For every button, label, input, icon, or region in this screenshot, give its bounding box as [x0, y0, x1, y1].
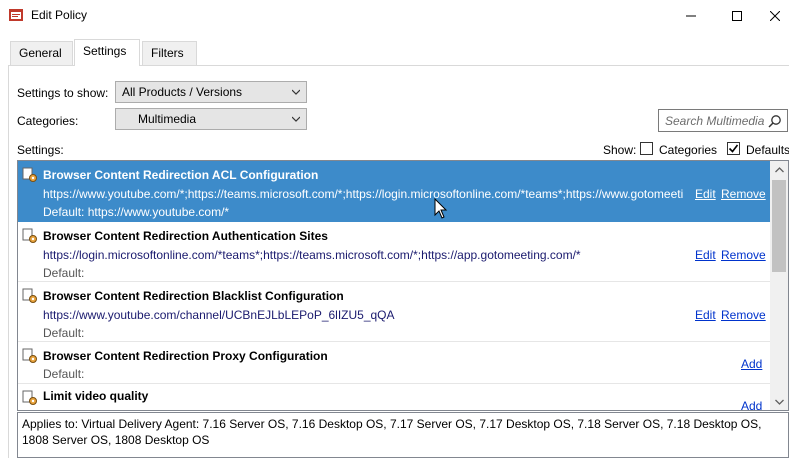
tab-settings[interactable]: Settings	[74, 39, 140, 66]
edit-link[interactable]: Edit	[695, 248, 716, 262]
settings-list[interactable]: Browser Content Redirection ACL Configur…	[17, 160, 789, 411]
categories-value: Multimedia	[138, 112, 197, 126]
show-label: Show:	[603, 143, 637, 157]
settings-to-show-value: All Products / Versions	[122, 85, 243, 99]
show-categories-label: Categories	[659, 143, 718, 157]
close-button[interactable]	[760, 0, 789, 31]
setting-gear-icon	[22, 390, 37, 405]
policy-app-icon	[9, 9, 23, 21]
tab-filters[interactable]: Filters	[142, 41, 197, 65]
setting-title: Browser Content Redirection ACL Configur…	[43, 168, 319, 182]
edit-link[interactable]: Edit	[695, 187, 716, 201]
maximize-button[interactable]	[714, 0, 760, 31]
scroll-up-button[interactable]	[770, 161, 788, 178]
setting-title: Browser Content Redirection Authenticati…	[43, 229, 328, 243]
settings-to-show-dropdown[interactable]: All Products / Versions	[115, 81, 307, 103]
chevron-down-icon	[292, 116, 300, 122]
search-icon	[768, 115, 781, 128]
setting-title: Limit video quality	[43, 389, 149, 403]
add-link[interactable]: Add	[741, 357, 762, 371]
tab-general[interactable]: General	[10, 41, 73, 65]
setting-title: Browser Content Redirection Proxy Config…	[43, 349, 328, 363]
setting-gear-icon	[22, 288, 37, 303]
setting-gear-icon	[22, 228, 37, 243]
setting-value: https://login.microsoftonline.com/*teams…	[43, 248, 581, 262]
setting-value: https://www.youtube.com/channel/UCBnEJLb…	[43, 308, 395, 322]
setting-row-blacklist-configuration[interactable]: Browser Content Redirection Blacklist Co…	[18, 282, 770, 342]
search-input[interactable]: Search Multimedia	[658, 109, 788, 132]
applies-to-text: Applies to: Virtual Delivery Agent: 7.16…	[22, 417, 762, 447]
setting-title: Browser Content Redirection Blacklist Co…	[43, 289, 344, 303]
chevron-down-icon	[774, 399, 784, 405]
settings-to-show-label: Settings to show:	[17, 86, 109, 100]
checkmark-icon	[728, 144, 739, 153]
settings-label: Settings:	[17, 143, 64, 157]
search-placeholder: Search Multimedia	[665, 114, 765, 128]
remove-link[interactable]: Remove	[721, 308, 766, 322]
list-scrollbar[interactable]	[770, 161, 788, 410]
show-categories-checkbox[interactable]	[640, 142, 653, 155]
applies-to-box: Applies to: Virtual Delivery Agent: 7.16…	[17, 412, 789, 458]
setting-row-proxy-configuration[interactable]: Browser Content Redirection Proxy Config…	[18, 342, 770, 384]
setting-gear-icon	[22, 167, 37, 182]
mouse-pointer-icon	[434, 198, 448, 219]
minimize-button[interactable]	[668, 0, 714, 31]
setting-default: Default:	[43, 326, 85, 340]
window-title: Edit Policy	[31, 8, 88, 22]
setting-row-limit-video-quality[interactable]: Limit video quality Add	[18, 384, 770, 410]
scroll-thumb[interactable]	[772, 180, 786, 272]
scroll-down-button[interactable]	[770, 393, 788, 410]
setting-row-acl-configuration[interactable]: Browser Content Redirection ACL Configur…	[18, 161, 770, 222]
chevron-up-icon	[774, 166, 784, 172]
setting-default: Default: https://www.youtube.com/*	[43, 205, 230, 219]
categories-label: Categories:	[17, 114, 79, 128]
setting-value: https://www.youtube.com/*;https://teams.…	[43, 187, 683, 201]
show-defaults-checkbox[interactable]	[727, 142, 740, 155]
setting-row-authentication-sites[interactable]: Browser Content Redirection Authenticati…	[18, 222, 770, 282]
close-icon	[769, 10, 780, 21]
title-bar: Edit Policy	[0, 0, 789, 31]
minimize-icon	[686, 15, 696, 16]
setting-default: Default:	[43, 367, 85, 381]
edit-link[interactable]: Edit	[695, 308, 716, 322]
setting-default: Default:	[43, 266, 85, 280]
remove-link[interactable]: Remove	[721, 187, 766, 201]
chevron-down-icon	[292, 89, 300, 95]
show-defaults-label: Defaults	[746, 143, 789, 157]
setting-gear-icon	[22, 348, 37, 363]
categories-dropdown[interactable]: Multimedia	[115, 108, 307, 130]
maximize-icon	[732, 10, 742, 21]
remove-link[interactable]: Remove	[721, 248, 766, 262]
add-link[interactable]: Add	[741, 399, 762, 410]
